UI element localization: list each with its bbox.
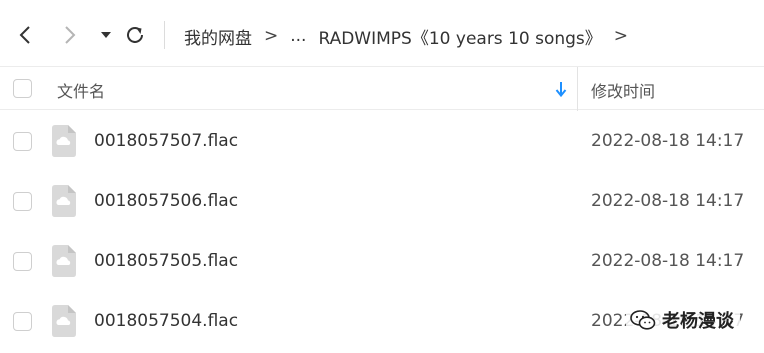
refresh-icon (127, 26, 143, 43)
file-name[interactable]: 0018057505.flac (94, 251, 238, 271)
file-row[interactable]: 0018057506.flac 2022-08-18 14:17 (0, 171, 764, 231)
file-modified-time: 2022-08-18 14:17 (591, 251, 745, 271)
toolbar: 我的网盘 > ... RADWIMPS《10 years 10 songs》 > (0, 0, 764, 66)
row-checkbox[interactable] (13, 192, 32, 211)
back-button[interactable] (12, 21, 38, 49)
breadcrumb-separator[interactable]: > (614, 26, 628, 46)
file-row[interactable]: 0018057505.flac 2022-08-18 14:17 (0, 231, 764, 291)
row-checkbox[interactable] (13, 252, 32, 271)
column-header-name[interactable]: 文件名 (57, 78, 105, 102)
select-all-checkbox[interactable] (13, 79, 32, 98)
file-modified-time: 2022-08-18 14:17 (591, 191, 745, 211)
row-checkbox[interactable] (13, 132, 32, 151)
breadcrumb-current-folder[interactable]: RADWIMPS《10 years 10 songs》 (318, 24, 601, 49)
file-icon (52, 125, 76, 157)
refresh-button[interactable] (122, 21, 148, 49)
file-name[interactable]: 0018057507.flac (94, 131, 238, 151)
chevron-right-icon (65, 26, 76, 44)
file-icon (52, 185, 76, 217)
file-row[interactable]: 0018057507.flac 2022-08-18 14:17 (0, 111, 764, 171)
column-header-modified-time[interactable]: 修改时间 (591, 78, 655, 102)
row-checkbox[interactable] (13, 312, 32, 331)
file-icon (52, 245, 76, 277)
watermark: 老杨漫谈 (626, 306, 740, 334)
file-modified-time: 2022-08-18 14:17 (591, 131, 745, 151)
file-icon (52, 305, 76, 337)
history-dropdown-button[interactable] (93, 21, 119, 49)
watermark-text: 老杨漫谈 (662, 311, 734, 332)
sort-arrow-down-icon[interactable] (554, 79, 568, 99)
breadcrumb: 我的网盘 > ... RADWIMPS《10 years 10 songs》 > (184, 22, 640, 50)
chevron-left-icon (19, 26, 30, 44)
breadcrumb-ellipsis[interactable]: ... (290, 26, 306, 46)
toolbar-divider (164, 21, 165, 49)
breadcrumb-root[interactable]: 我的网盘 (184, 24, 252, 49)
file-name[interactable]: 0018057506.flac (94, 191, 238, 211)
forward-button[interactable] (57, 21, 83, 49)
file-name[interactable]: 0018057504.flac (94, 311, 238, 331)
file-list-header: 文件名 修改时间 (0, 66, 764, 111)
caret-down-icon (101, 32, 111, 38)
breadcrumb-separator: > (264, 26, 279, 46)
column-divider[interactable] (577, 67, 578, 111)
wechat-logo-icon (630, 310, 656, 330)
